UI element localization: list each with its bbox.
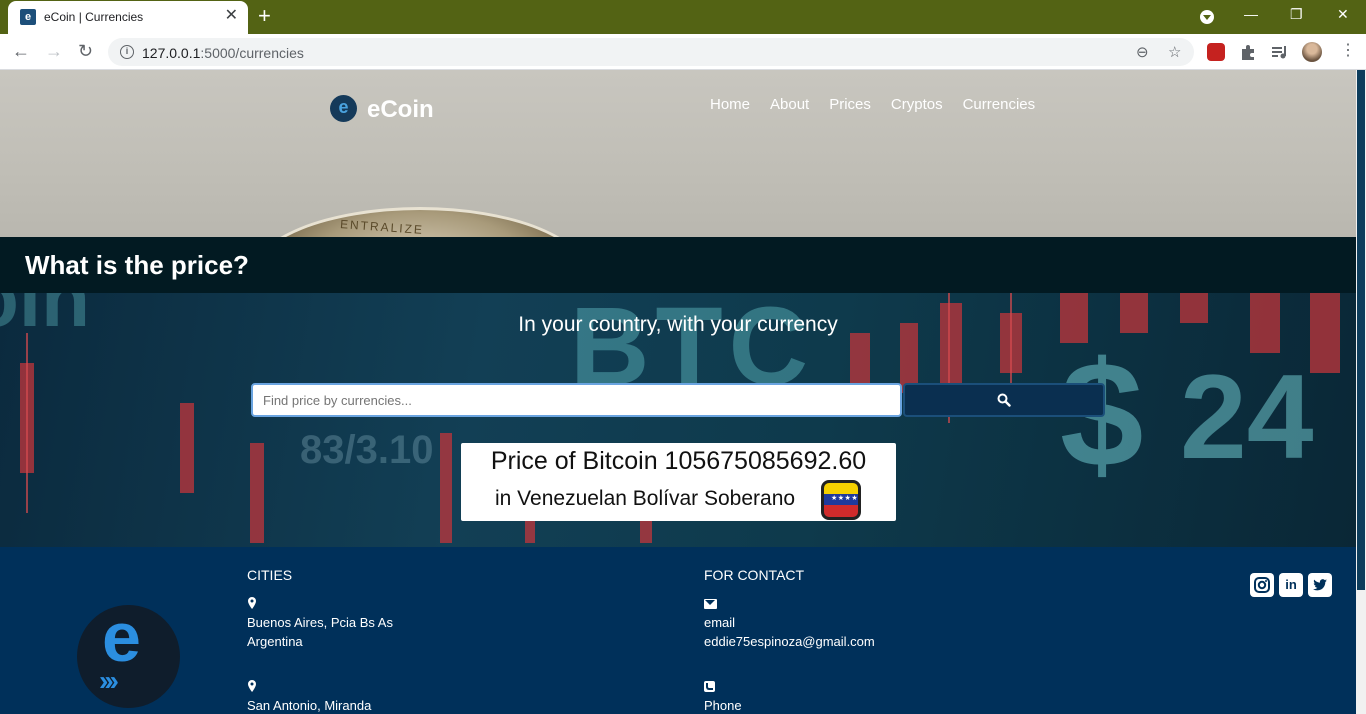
url-text: 127.0.0.1:5000/currencies	[142, 45, 304, 61]
price-result-card: Price of Bitcoin 105675085692.60 in Vene…	[461, 443, 896, 521]
search-subtitle: In your country, with your currency	[518, 313, 838, 336]
tab-search-icon[interactable]	[1200, 10, 1214, 24]
ecoin-favicon-icon: e	[20, 9, 36, 25]
extension-red-icon[interactable]	[1207, 43, 1225, 61]
extensions-puzzle-icon[interactable]	[1239, 43, 1257, 61]
nav-cryptos[interactable]: Cryptos	[891, 96, 943, 113]
envelope-icon	[704, 599, 717, 609]
hero-section: ENTRALIZE e eCoin Home About Prices Cryp…	[0, 70, 1356, 237]
zoom-icon[interactable]: ⊖	[1136, 43, 1149, 61]
bg-text-number: 24	[1180, 350, 1314, 484]
venezuela-flag-icon: ★★★★	[821, 480, 861, 520]
nav-about[interactable]: About	[770, 96, 809, 113]
email-label: email	[704, 615, 736, 630]
linkedin-icon[interactable]: in	[1279, 573, 1303, 597]
site-info-icon[interactable]: i	[120, 45, 134, 59]
search-icon	[997, 393, 1011, 407]
page-viewport: ENTRALIZE e eCoin Home About Prices Cryp…	[0, 70, 1356, 714]
forward-icon[interactable]: →	[45, 41, 63, 61]
bg-text-ticker: 83/3.10	[300, 428, 434, 472]
minimize-icon[interactable]: —	[1244, 4, 1258, 24]
bookmark-star-icon[interactable]: ☆	[1168, 43, 1181, 61]
city2-line1: San Antonio, Miranda	[247, 698, 372, 713]
browser-tab-strip: e eCoin | Currencies ✕ + — ❐ ✕	[0, 0, 1366, 34]
market-background: oin BTC 83/3.10 $ 24 In your country, wi…	[0, 293, 1356, 547]
price-banner: What is the price?	[0, 237, 1356, 293]
nav-currencies[interactable]: Currencies	[963, 96, 1036, 113]
address-bar[interactable]: i 127.0.0.1:5000/currencies ⊖ ☆	[108, 38, 1194, 66]
nav-prices[interactable]: Prices	[829, 96, 871, 113]
back-icon[interactable]: ←	[12, 41, 30, 61]
main-nav: Home About Prices Cryptos Currencies	[710, 96, 1035, 113]
site-footer: e ››› CITIES Buenos Aires, Pcia Bs As Ar…	[0, 547, 1356, 714]
bg-candle	[250, 443, 264, 543]
bitcoin-price-text: Price of Bitcoin 105675085692.60	[490, 447, 867, 475]
city1-line2: Argentina	[247, 634, 303, 649]
twitter-icon[interactable]	[1308, 573, 1332, 597]
currency-name-text: in Venezuelan Bolívar Soberano	[495, 487, 796, 510]
email-link[interactable]: eddie75espinoza@gmail.com	[704, 634, 875, 649]
browser-toolbar: ← → ↻ i 127.0.0.1:5000/currencies ⊖ ☆ ⋮	[0, 34, 1366, 70]
location-pin-icon	[248, 680, 256, 692]
bg-candle	[440, 433, 452, 543]
reload-icon[interactable]: ↻	[78, 41, 93, 61]
location-pin-icon	[248, 597, 256, 609]
search-button[interactable]	[903, 383, 1105, 417]
browser-tab[interactable]: e eCoin | Currencies ✕	[8, 1, 248, 34]
footer-logo-icon: e ›››	[77, 598, 180, 708]
tab-close-icon[interactable]: ✕	[225, 7, 238, 25]
phone-label: Phone	[704, 698, 742, 713]
media-queue-icon[interactable]	[1271, 43, 1289, 61]
currency-search-input[interactable]	[251, 383, 902, 417]
new-tab-icon[interactable]: +	[258, 4, 271, 28]
instagram-icon[interactable]	[1250, 573, 1274, 597]
scrollbar-thumb[interactable]	[1357, 70, 1365, 590]
profile-avatar[interactable]	[1302, 42, 1322, 62]
restore-icon[interactable]: ❐	[1290, 4, 1303, 24]
contact-heading: FOR CONTACT	[704, 567, 805, 583]
nav-home[interactable]: Home	[710, 96, 750, 113]
page-title: What is the price?	[25, 250, 249, 280]
window-close-icon[interactable]: ✕	[1337, 4, 1349, 24]
cities-heading: CITIES	[247, 567, 293, 583]
phone-icon	[704, 681, 715, 692]
tab-title: eCoin | Currencies	[44, 10, 144, 24]
brand-name[interactable]: eCoin	[367, 96, 434, 124]
bg-candle	[180, 403, 194, 493]
bg-wick	[26, 333, 28, 513]
ecoin-logo-icon[interactable]: e	[330, 95, 357, 122]
city1-line1: Buenos Aires, Pcia Bs As	[247, 615, 393, 630]
page-scrollbar[interactable]	[1356, 70, 1366, 714]
browser-menu-icon[interactable]: ⋮	[1340, 42, 1356, 60]
